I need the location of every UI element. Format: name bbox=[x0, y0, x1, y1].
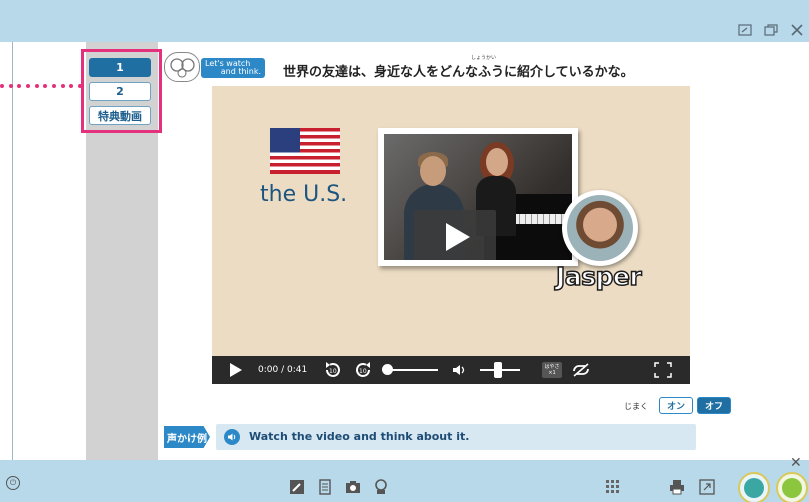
time-display: 0:00 / 0:41 bbox=[258, 365, 308, 375]
notes-icon[interactable] bbox=[316, 478, 334, 496]
repeat-off-icon[interactable] bbox=[570, 356, 592, 384]
close-window-icon[interactable] bbox=[788, 22, 806, 38]
play-icon[interactable] bbox=[226, 356, 246, 384]
watch-think-icon bbox=[164, 52, 200, 82]
seek-handle[interactable] bbox=[382, 364, 393, 375]
video-control-bar: 0:00 / 0:41 10 10 はやさ ×1 bbox=[212, 356, 690, 384]
camera-icon[interactable] bbox=[344, 478, 362, 496]
us-flag-icon bbox=[270, 128, 340, 174]
rewind-10-icon[interactable]: 10 bbox=[322, 356, 344, 384]
minimize-panel-icon[interactable] bbox=[736, 22, 754, 38]
badge-line-2: and think. bbox=[220, 67, 261, 76]
learning-cube-button[interactable] bbox=[738, 472, 770, 502]
volume-handle[interactable] bbox=[494, 362, 502, 378]
bottom-toolbar bbox=[0, 460, 809, 502]
person-avatar bbox=[562, 190, 638, 266]
pen-tool-icon[interactable] bbox=[288, 478, 306, 496]
restore-window-icon[interactable] bbox=[762, 22, 780, 38]
voice-prompt-text: Watch the video and think about it. bbox=[249, 430, 470, 443]
play-overlay-button[interactable] bbox=[414, 210, 496, 260]
svg-text:10: 10 bbox=[329, 368, 337, 375]
subtitles-on-button[interactable]: オン bbox=[659, 397, 693, 414]
country-label: the U.S. bbox=[260, 182, 348, 207]
top-toolbar bbox=[0, 0, 809, 42]
seek-bar[interactable] bbox=[388, 369, 438, 371]
subtitles-off-button[interactable]: オフ bbox=[697, 397, 731, 414]
print-icon[interactable] bbox=[668, 478, 686, 496]
svg-text:10: 10 bbox=[359, 368, 367, 375]
ruby-annotation: しょうかい bbox=[471, 55, 497, 61]
expand-icon[interactable] bbox=[698, 478, 716, 496]
callout-dotted-line bbox=[0, 83, 82, 89]
video-thumbnail bbox=[378, 128, 578, 266]
voice-prompt-badge: 声かけ例 bbox=[164, 426, 210, 448]
video-player[interactable]: the U.S. Jasper bbox=[212, 86, 690, 356]
nav-highlight-frame bbox=[81, 49, 162, 133]
audio-play-icon[interactable] bbox=[224, 429, 240, 445]
page-instruction: 世界の友達は、身近な人をどんなふうに紹介しているかな。 bbox=[283, 65, 634, 80]
power-icon[interactable]: ⏻ bbox=[6, 476, 20, 490]
activity-badge: Let's watch and think. bbox=[201, 58, 265, 78]
close-toolbar-icon[interactable]: ✕ bbox=[790, 455, 802, 471]
stamp-icon[interactable] bbox=[372, 478, 390, 496]
forward-10-icon[interactable]: 10 bbox=[352, 356, 374, 384]
speed-button[interactable]: はやさ ×1 bbox=[542, 362, 562, 378]
fullscreen-icon[interactable] bbox=[650, 356, 676, 384]
volume-icon[interactable] bbox=[450, 356, 470, 384]
grid-icon[interactable] bbox=[604, 478, 622, 496]
answer-check-button[interactable] bbox=[776, 472, 808, 502]
person-name-label: Jasper bbox=[555, 261, 642, 292]
speed-label-2: ×1 bbox=[548, 370, 556, 376]
subtitles-label: じまく bbox=[624, 402, 648, 411]
